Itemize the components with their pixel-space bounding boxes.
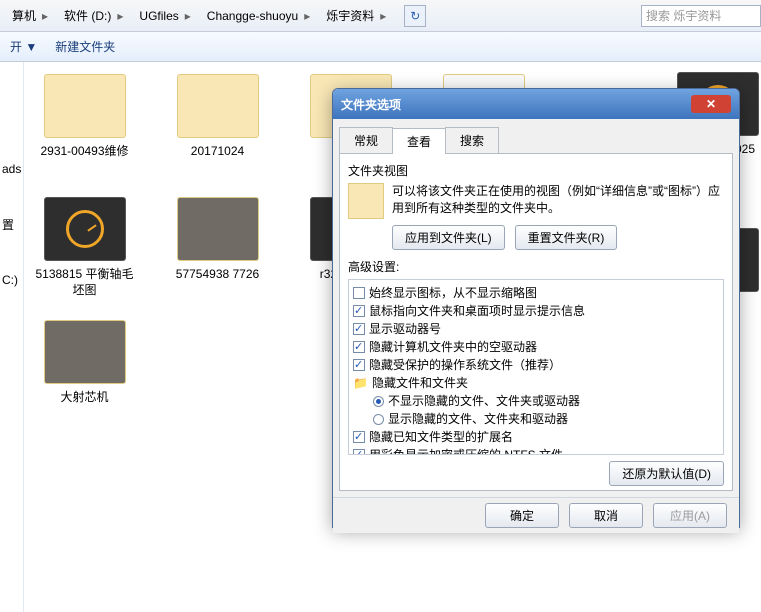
file-thumbnail (177, 197, 259, 261)
file-thumbnail (44, 320, 126, 384)
folder-icon: 📁 (353, 374, 368, 392)
breadcrumb[interactable]: 烁宇资料▸ (318, 3, 394, 28)
adv-row[interactable]: 用彩色显示加密或压缩的 NTFS 文件 (351, 446, 721, 455)
dialog-footer: 确定 取消 应用(A) (333, 497, 739, 533)
adv-row[interactable]: 显示隐藏的文件、文件夹和驱动器 (351, 410, 721, 428)
adv-label: 隐藏文件和文件夹 (372, 374, 468, 392)
adv-label: 隐藏计算机文件夹中的空驱动器 (369, 338, 537, 356)
adv-row[interactable]: 隐藏已知文件类型的扩展名 (351, 428, 721, 446)
checkbox-icon (353, 287, 365, 299)
cancel-button[interactable]: 取消 (569, 503, 643, 528)
file-thumbnail (44, 197, 126, 261)
adv-row[interactable]: 显示驱动器号 (351, 320, 721, 338)
breadcrumb[interactable]: Changge-shuoyu▸ (199, 5, 318, 27)
radio-icon (373, 414, 384, 425)
tab-search[interactable]: 搜索 (445, 127, 499, 153)
checkbox-icon (353, 359, 365, 371)
file-caption: 2931-00493维修 (40, 144, 128, 160)
file-item[interactable]: 57754938 7726 (165, 197, 270, 298)
advanced-settings-list[interactable]: 始终显示图标，从不显示缩略图鼠标指向文件夹和桌面项时显示提示信息显示驱动器号隐藏… (348, 279, 724, 455)
apply-button[interactable]: 应用(A) (653, 503, 727, 528)
address-bar: 算机▸ 软件 (D:)▸ UGfiles▸ Changge-shuoyu▸ 烁宇… (0, 0, 761, 32)
view-panel: 文件夹视图 可以将该文件夹正在使用的视图（例如“详细信息”或“图标”）应用到所有… (339, 153, 733, 491)
dialog-title: 文件夹选项 (341, 96, 401, 113)
ok-button[interactable]: 确定 (485, 503, 559, 528)
file-thumbnail (44, 74, 126, 138)
tab-view[interactable]: 查看 (392, 128, 446, 154)
folder-options-dialog: 文件夹选项 ✕ 常规 查看 搜索 文件夹视图 可以将该文件夹正在使用的视图（例如… (332, 88, 740, 528)
nav-sidebar: ads 置 C:) (0, 62, 24, 612)
explorer-toolbar: 开 ▼ 新建文件夹 (0, 32, 761, 62)
adv-row[interactable]: 隐藏计算机文件夹中的空驱动器 (351, 338, 721, 356)
advanced-header: 高级设置: (348, 258, 724, 275)
adv-row[interactable]: 隐藏受保护的操作系统文件（推荐） (351, 356, 721, 374)
tab-strip: 常规 查看 搜索 (339, 127, 733, 153)
adv-label: 始终显示图标，从不显示缩略图 (369, 284, 537, 302)
folderview-header: 文件夹视图 (348, 162, 724, 179)
sidebar-item-label[interactable]: C:) (2, 273, 21, 287)
folderview-text: 可以将该文件夹正在使用的视图（例如“详细信息”或“图标”）应用到所有这种类型的文… (392, 183, 724, 219)
checkbox-icon (353, 449, 365, 455)
checkbox-icon (353, 323, 365, 335)
file-item[interactable]: 大射芯机 (32, 320, 137, 406)
checkbox-icon (353, 431, 365, 443)
file-item[interactable]: 20171024 (165, 74, 270, 175)
reset-folders-button[interactable]: 重置文件夹(R) (515, 225, 618, 250)
adv-row[interactable]: 不显示隐藏的文件、文件夹或驱动器 (351, 392, 721, 410)
apply-to-folders-button[interactable]: 应用到文件夹(L) (392, 225, 505, 250)
breadcrumb[interactable]: UGfiles▸ (131, 5, 198, 27)
file-caption: 5138815 平衡轴毛坯图 (32, 267, 137, 298)
adv-label: 隐藏已知文件类型的扩展名 (369, 428, 513, 446)
search-input[interactable]: 搜索 烁宇资料 (641, 5, 761, 27)
adv-label: 不显示隐藏的文件、文件夹或驱动器 (388, 392, 580, 410)
sidebar-item-label[interactable]: ads (2, 162, 21, 176)
file-item[interactable]: 2931-00493维修 (32, 74, 137, 175)
close-button[interactable]: ✕ (691, 95, 731, 113)
refresh-button[interactable]: ↻ (404, 5, 426, 27)
folderview-icon (348, 183, 384, 219)
adv-label: 隐藏受保护的操作系统文件（推荐） (369, 356, 561, 374)
open-dropdown[interactable]: 开 ▼ (10, 38, 37, 55)
adv-label: 显示驱动器号 (369, 320, 441, 338)
file-caption: 大射芯机 (60, 390, 108, 406)
file-thumbnail (177, 74, 259, 138)
restore-defaults-button[interactable]: 还原为默认值(D) (609, 461, 724, 486)
breadcrumb[interactable]: 软件 (D:)▸ (56, 3, 131, 28)
adv-row[interactable]: 📁隐藏文件和文件夹 (351, 374, 721, 392)
new-folder-button[interactable]: 新建文件夹 (55, 38, 115, 55)
adv-label: 显示隐藏的文件、文件夹和驱动器 (388, 410, 568, 428)
checkbox-icon (353, 341, 365, 353)
file-caption: 57754938 7726 (176, 267, 259, 283)
radio-icon (373, 396, 384, 407)
adv-row[interactable]: 鼠标指向文件夹和桌面项时显示提示信息 (351, 302, 721, 320)
sidebar-item-label[interactable]: 置 (2, 216, 21, 233)
dialog-titlebar[interactable]: 文件夹选项 ✕ (333, 89, 739, 119)
adv-label: 用彩色显示加密或压缩的 NTFS 文件 (369, 446, 563, 455)
file-item[interactable]: 5138815 平衡轴毛坯图 (32, 197, 137, 298)
adv-label: 鼠标指向文件夹和桌面项时显示提示信息 (369, 302, 585, 320)
checkbox-icon (353, 305, 365, 317)
file-caption: 20171024 (191, 144, 244, 160)
tab-general[interactable]: 常规 (339, 127, 393, 153)
breadcrumb[interactable]: 算机▸ (4, 3, 56, 28)
adv-row[interactable]: 始终显示图标，从不显示缩略图 (351, 284, 721, 302)
